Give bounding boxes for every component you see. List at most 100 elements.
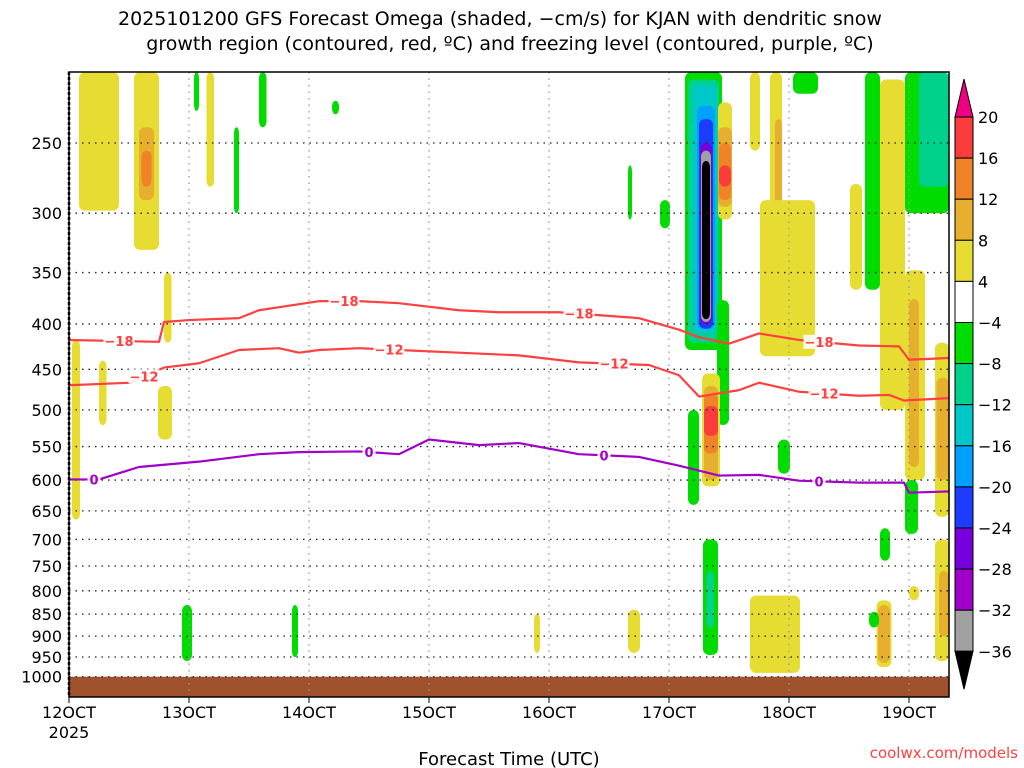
contour-label: 0 bbox=[364, 446, 373, 461]
colorbar-over-triangle bbox=[954, 78, 974, 118]
omega-region bbox=[750, 72, 760, 151]
omega-region bbox=[778, 439, 790, 474]
y-tick-label: 300 bbox=[31, 204, 62, 223]
colorbar-label: −4 bbox=[978, 314, 1002, 333]
x-tick-label: 16OCT bbox=[522, 703, 576, 722]
colorbar-bin bbox=[954, 568, 974, 611]
omega-region bbox=[865, 72, 880, 290]
y-tick-label: 450 bbox=[31, 360, 62, 379]
contour-label: −12 bbox=[130, 370, 159, 385]
omega-region bbox=[702, 161, 710, 320]
x-tick-label: 12OCT bbox=[42, 703, 96, 722]
contour-dgz-minus18 bbox=[68, 300, 950, 361]
omega-region bbox=[332, 100, 339, 115]
x-tick-sublabel: 2025 bbox=[49, 723, 90, 742]
y-tick-label: 700 bbox=[31, 530, 62, 549]
omega-region bbox=[292, 604, 298, 657]
omega-region bbox=[628, 165, 632, 220]
colorbar-label: −20 bbox=[978, 478, 1012, 497]
omega-region bbox=[534, 614, 540, 653]
ground-below-surface bbox=[69, 676, 949, 697]
chart-svg: 2025101200 GFS Forecast Omega (shaded, −… bbox=[21, 8, 1018, 768]
colorbar-label: −12 bbox=[978, 396, 1012, 415]
colorbar-label: 16 bbox=[978, 149, 998, 168]
credit-link[interactable]: coolwx.com/models bbox=[870, 744, 1018, 762]
colorbar-bin bbox=[954, 404, 974, 447]
y-tick-label: 500 bbox=[31, 401, 62, 420]
omega-region bbox=[182, 604, 192, 662]
colorbar-label: −28 bbox=[978, 560, 1012, 579]
contour-label: −18 bbox=[805, 336, 834, 351]
colorbar-bin bbox=[954, 486, 974, 529]
omega-region bbox=[99, 360, 107, 425]
omega-region bbox=[880, 79, 905, 410]
y-tick-label: 600 bbox=[31, 471, 62, 490]
y-tick-label: 350 bbox=[31, 264, 62, 283]
colorbar-label: 8 bbox=[978, 231, 988, 250]
omega-region bbox=[164, 272, 172, 343]
omega-region bbox=[194, 72, 199, 111]
omega-region bbox=[206, 72, 214, 187]
omega-region bbox=[909, 585, 919, 601]
contour-label: −18 bbox=[330, 295, 359, 310]
contour-label: −18 bbox=[565, 308, 594, 323]
colorbar-label: −16 bbox=[978, 437, 1012, 456]
omega-region bbox=[869, 611, 879, 628]
contour-label: 0 bbox=[814, 475, 823, 490]
colorbar-label: −32 bbox=[978, 601, 1012, 620]
omega-region bbox=[141, 150, 152, 187]
x-axis-label: Forecast Time (UTC) bbox=[418, 749, 599, 768]
omega-region bbox=[706, 571, 714, 628]
omega-region bbox=[919, 72, 949, 187]
colorbar-bin bbox=[954, 198, 974, 241]
x-tick-label: 19OCT bbox=[882, 703, 936, 722]
colorbar: 20 16 12 8 4 −4 −8 −12 −16 −20 −24 −28 −32 −36 bbox=[954, 78, 1012, 690]
colorbar-bin bbox=[954, 445, 974, 488]
chart-title-line2: growth region (contoured, red, ºC) and f… bbox=[146, 33, 873, 55]
omega-region bbox=[939, 571, 949, 637]
colorbar-label: −24 bbox=[978, 519, 1012, 538]
y-tick-label: 950 bbox=[31, 648, 62, 667]
contour-label: −12 bbox=[375, 344, 404, 359]
omega-region bbox=[72, 339, 80, 520]
colorbar-label: 12 bbox=[978, 190, 998, 209]
contour-label: −18 bbox=[105, 335, 134, 350]
colorbar-label: −36 bbox=[978, 642, 1012, 661]
omega-shading bbox=[69, 72, 949, 697]
x-tick-label: 14OCT bbox=[282, 703, 336, 722]
contour-label: 0 bbox=[599, 449, 608, 464]
x-tick-label: 13OCT bbox=[162, 703, 216, 722]
plot-frame bbox=[68, 71, 950, 698]
y-tick-label: 1000 bbox=[21, 668, 62, 687]
contour-label: −12 bbox=[600, 358, 629, 373]
x-tick-label: 17OCT bbox=[642, 703, 696, 722]
colorbar-bin bbox=[954, 322, 974, 365]
omega-region bbox=[688, 409, 699, 505]
omega-region bbox=[628, 609, 640, 653]
omega-region bbox=[750, 595, 800, 673]
omega-region bbox=[660, 200, 670, 229]
omega-region bbox=[850, 183, 862, 290]
omega-region bbox=[234, 127, 239, 214]
colorbar-bin bbox=[954, 280, 974, 323]
colorbar-label: 20 bbox=[978, 108, 998, 127]
colorbar-bin bbox=[954, 527, 974, 570]
colorbar-bin bbox=[954, 609, 974, 652]
y-tick-label: 800 bbox=[31, 582, 62, 601]
chart-title-line1: 2025101200 GFS Forecast Omega (shaded, −… bbox=[118, 8, 882, 30]
colorbar-label: −8 bbox=[978, 355, 1002, 374]
colorbar-bin bbox=[954, 239, 974, 282]
omega-region bbox=[775, 119, 782, 207]
colorbar-bin bbox=[954, 116, 974, 159]
x-tick-label: 15OCT bbox=[402, 703, 456, 722]
omega-region bbox=[719, 165, 731, 187]
omega-region bbox=[880, 528, 890, 561]
y-tick-label: 750 bbox=[31, 557, 62, 576]
colorbar-bin bbox=[954, 157, 974, 200]
omega-region bbox=[760, 200, 815, 357]
y-tick-label: 550 bbox=[31, 438, 62, 457]
colorbar-under-triangle bbox=[954, 650, 974, 690]
omega-region bbox=[936, 377, 949, 481]
y-tick-label: 250 bbox=[31, 134, 62, 153]
y-tick-label: 850 bbox=[31, 605, 62, 624]
